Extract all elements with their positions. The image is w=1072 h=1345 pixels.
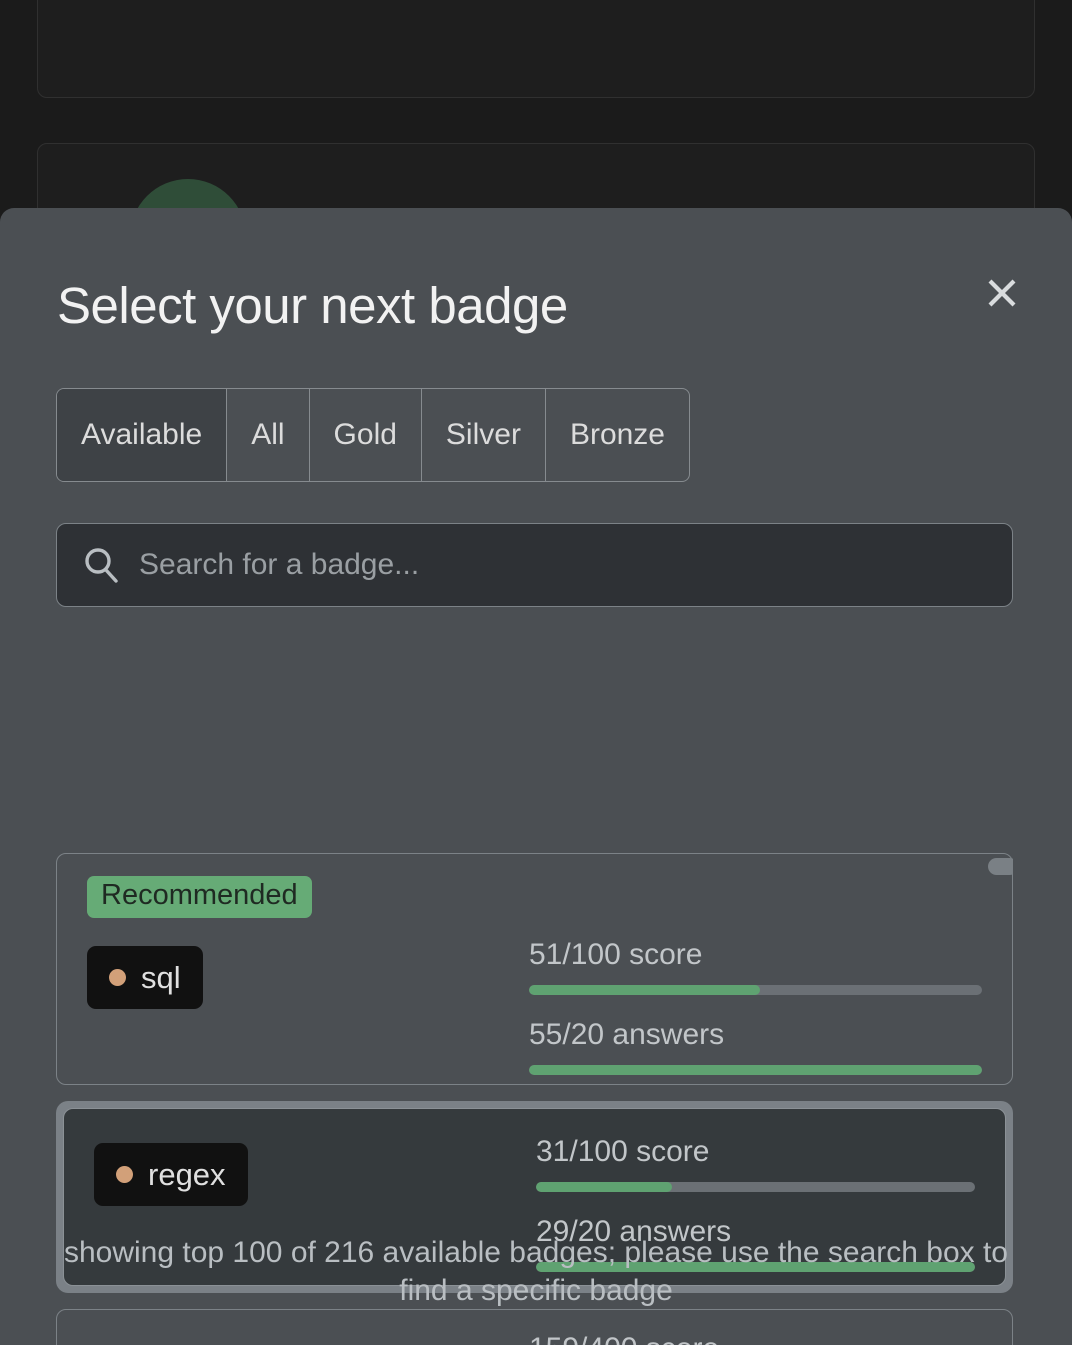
search-icon	[85, 548, 118, 583]
badge-metrics: 159/400 score	[529, 1332, 982, 1345]
background-profile-card-top: top 2% this year regex 29/20 answers	[37, 0, 1035, 98]
badge-tag-label: sql	[141, 959, 181, 995]
close-icon	[988, 279, 1016, 307]
search-input[interactable]	[139, 548, 988, 582]
filter-tab-bronze[interactable]: Bronze	[546, 389, 689, 481]
badge-tag-pill[interactable]: regex	[94, 1143, 248, 1207]
answers-label: 55/20 answers	[529, 1018, 725, 1052]
select-badge-modal: Select your next badge Available All Gold S…	[0, 208, 1072, 1345]
tag-dot-icon	[116, 1166, 133, 1184]
badge-card[interactable]: 159/400 score	[56, 1309, 1013, 1345]
search-box[interactable]	[56, 523, 1013, 607]
tag-dot-icon	[109, 969, 126, 987]
answers-progress-bar	[529, 1065, 982, 1076]
filter-tab-silver[interactable]: Silver	[422, 389, 546, 481]
recommended-badge: Recommended	[87, 876, 312, 919]
score-label: 159/400 score	[529, 1332, 982, 1345]
scrollbar-thumb[interactable]	[988, 858, 1013, 875]
score-progress-bar	[529, 985, 982, 996]
score-progress-bar	[536, 1182, 975, 1193]
badge-tag-pill[interactable]: sql	[87, 946, 203, 1010]
score-label: 51/100 score	[529, 938, 703, 972]
filter-tab-all[interactable]: All	[227, 389, 310, 481]
filter-tab-available[interactable]: Available	[57, 389, 228, 481]
close-button[interactable]	[980, 271, 1024, 315]
page-title: Select your next badge	[57, 277, 568, 334]
badge-card[interactable]: Recommended sql 51/100 score 55/20 answers	[56, 853, 1013, 1086]
badge-metrics: 51/100 score 55/20 answers	[529, 938, 982, 1076]
filter-tab-gold[interactable]: Gold	[310, 389, 422, 481]
footer-note: showing top 100 of 216 available badges;…	[63, 1236, 1008, 1308]
badge-tag-label: regex	[148, 1156, 226, 1192]
badge-filter-tabs: Available All Gold Silver Bronze	[56, 388, 690, 482]
badge-card-body: 159/400 score	[87, 1332, 982, 1345]
badge-card-body: sql 51/100 score 55/20 answers	[87, 938, 982, 1076]
score-label: 31/100 score	[536, 1135, 710, 1169]
